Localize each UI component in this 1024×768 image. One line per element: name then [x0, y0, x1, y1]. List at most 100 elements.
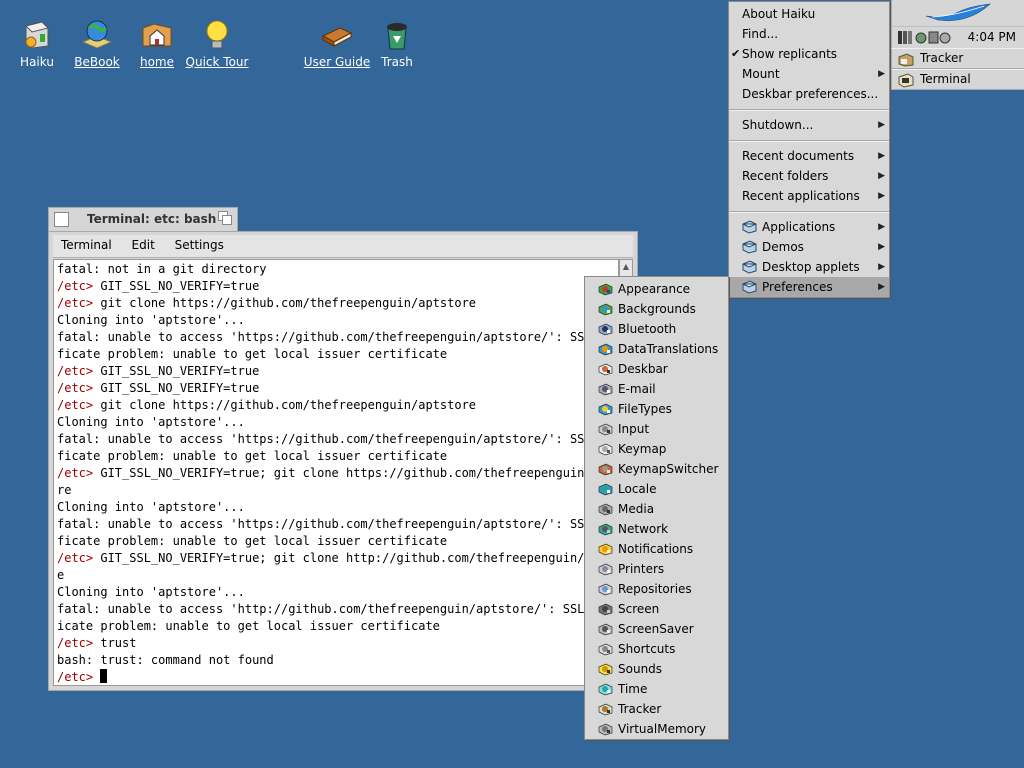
desktop-icon-trash[interactable]: Trash [362, 18, 432, 69]
pref-item-input[interactable]: Input [585, 419, 728, 439]
terminal-window-tab[interactable]: Terminal: etc: bash [48, 207, 238, 231]
terminal-output[interactable]: fatal: not in a git directory/etc> GIT_S… [53, 259, 619, 686]
window-zoom-button[interactable] [218, 211, 232, 225]
menu-item-label: Find... [742, 27, 779, 41]
window-close-button[interactable] [54, 212, 69, 227]
menu-item-about-haiku[interactable]: About Haiku [729, 4, 889, 24]
deskbar-main-menu: About Haiku Find... ✔ Show replicants Mount ▶… [728, 1, 890, 298]
deskbar-app-terminal[interactable]: Terminal [891, 69, 1024, 90]
terminal-line-text: git clone https://github.com/thefreepeng… [93, 296, 477, 310]
menu-item-label: Sounds [618, 662, 663, 676]
pref-item-printers[interactable]: Printers [585, 559, 728, 579]
terminal-line: Cloning into 'aptstore'... [57, 312, 615, 329]
pref-item-backgrounds[interactable]: Backgrounds [585, 299, 728, 319]
pref-item-deskbar[interactable]: Deskbar [585, 359, 728, 379]
screen-icon [598, 603, 613, 616]
terminal-line: fatal: not in a git directory [57, 261, 615, 278]
menu-item-recent-documents[interactable]: Recent documents ▶ [729, 146, 889, 166]
menu-terminal[interactable]: Terminal [53, 235, 120, 252]
menu-item-shutdown[interactable]: Shutdown... ▶ [729, 115, 889, 135]
terminal-line-text: GIT_SSL_NO_VERIFY=true [93, 364, 260, 378]
terminal-line-text: trust [93, 636, 137, 650]
pref-item-datatranslations[interactable]: DataTranslations [585, 339, 728, 359]
menu-item-preferences[interactable]: Preferences ▶ [729, 277, 889, 297]
pref-item-e-mail[interactable]: E-mail [585, 379, 728, 399]
virtualmemory-icon [598, 723, 613, 736]
terminal-line-text: Cloning into 'aptstore'... [57, 500, 245, 514]
pref-item-network[interactable]: Network [585, 519, 728, 539]
menu-item-label: Shutdown... [742, 118, 814, 132]
terminal-line: e [57, 567, 615, 584]
shell-prompt: /etc> [57, 381, 94, 395]
pref-item-virtualmemory[interactable]: VirtualMemory [585, 719, 728, 739]
pref-item-filetypes[interactable]: FileTypes [585, 399, 728, 419]
haiku-feather-icon [925, 3, 991, 21]
tracker-icon [898, 53, 914, 67]
terminal-line: bash: trust: command not found [57, 652, 615, 669]
deskbar-menu-button[interactable] [891, 0, 1024, 26]
menu-settings[interactable]: Settings [167, 235, 232, 252]
pref-item-time[interactable]: Time [585, 679, 728, 699]
submenu-arrow-icon: ▶ [878, 242, 885, 252]
menu-item-label: E-mail [618, 382, 656, 396]
tray-icons[interactable] [897, 30, 952, 45]
menu-item-label: Appearance [618, 282, 691, 296]
trash-icon [387, 23, 407, 50]
menu-item-label: Repositories [618, 582, 692, 596]
menu-item-label: Screen [618, 602, 660, 616]
menu-edit[interactable]: Edit [124, 235, 163, 252]
pref-item-sounds[interactable]: Sounds [585, 659, 728, 679]
menu-item-label: Printers [618, 562, 665, 576]
pref-item-appearance[interactable]: Appearance [585, 279, 728, 299]
home-folder-icon [142, 23, 172, 47]
deskbar-app-tracker[interactable]: Tracker [891, 48, 1024, 69]
terminal-line: Cloning into 'aptstore'... [57, 584, 615, 601]
shell-prompt: /etc> [57, 279, 94, 293]
terminal-line-text: ficate problem: unable to get local issu… [57, 449, 448, 463]
desktop-icon-quick-tour[interactable]: Quick Tour [182, 18, 252, 69]
menu-item-applications[interactable]: Applications ▶ [729, 217, 889, 237]
menu-item-label: Shortcuts [618, 642, 676, 656]
pref-item-bluetooth[interactable]: Bluetooth [585, 319, 728, 339]
terminal-line-text: fatal: not in a git directory [57, 262, 267, 276]
menu-item-label: Time [618, 682, 648, 696]
book-icon [321, 27, 353, 47]
pref-item-locale[interactable]: Locale [585, 479, 728, 499]
clock[interactable]: 4:04 PM [968, 30, 1016, 44]
notifications-icon [598, 543, 613, 556]
pref-item-screensaver[interactable]: ScreenSaver [585, 619, 728, 639]
menu-separator [729, 211, 889, 213]
shell-prompt: /etc> [57, 296, 94, 310]
menu-item-recent-applications[interactable]: Recent applications ▶ [729, 186, 889, 206]
menu-item-deskbar-preferences[interactable]: Deskbar preferences... [729, 84, 889, 104]
keymap-icon [598, 443, 613, 456]
deskbar-tray: 4:04 PM [891, 26, 1024, 48]
pref-item-screen[interactable]: Screen [585, 599, 728, 619]
scroll-up-arrow-icon[interactable]: ▲ [620, 260, 632, 274]
menu-separator [729, 109, 889, 111]
terminal-icon [898, 73, 914, 88]
folder-icon [742, 220, 757, 234]
menu-item-recent-folders[interactable]: Recent folders ▶ [729, 166, 889, 186]
menu-item-find[interactable]: Find... [729, 24, 889, 44]
terminal-line-text: fatal: unable to access 'https://github.… [57, 330, 619, 344]
terminal-line-text: GIT_SSL_NO_VERIFY=true; git clone http:/… [93, 551, 619, 565]
menu-item-mount[interactable]: Mount ▶ [729, 64, 889, 84]
submenu-arrow-icon: ▶ [878, 262, 885, 272]
terminal-line: /etc> git clone https://github.com/thefr… [57, 397, 615, 414]
terminal-line-text: GIT_SSL_NO_VERIFY=true [93, 381, 260, 395]
pref-item-shortcuts[interactable]: Shortcuts [585, 639, 728, 659]
pref-item-media[interactable]: Media [585, 499, 728, 519]
shell-prompt: /etc> [57, 551, 94, 565]
menu-item-demos[interactable]: Demos ▶ [729, 237, 889, 257]
pref-item-repositories[interactable]: Repositories [585, 579, 728, 599]
terminal-line: /etc> GIT_SSL_NO_VERIFY=true [57, 363, 615, 380]
pref-item-keymap[interactable]: Keymap [585, 439, 728, 459]
pref-item-notifications[interactable]: Notifications [585, 539, 728, 559]
pref-item-tracker[interactable]: Tracker [585, 699, 728, 719]
shell-prompt: /etc> [57, 670, 94, 684]
menu-item-show-replicants[interactable]: ✔ Show replicants [729, 44, 889, 64]
pref-item-keymapswitcher[interactable]: KeymapSwitcher [585, 459, 728, 479]
menu-item-desktop-applets[interactable]: Desktop applets ▶ [729, 257, 889, 277]
menu-item-label: Backgrounds [618, 302, 696, 316]
